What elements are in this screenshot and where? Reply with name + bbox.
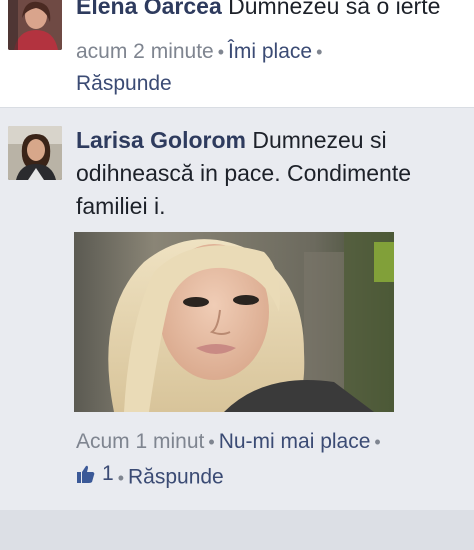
separator-dot: • — [316, 42, 323, 62]
separator-dot: • — [217, 42, 225, 62]
like-button[interactable]: Îmi place — [228, 40, 312, 63]
comment-item: Elena Oarcea Dumnezeu să o ierte acum 2 … — [0, 0, 474, 108]
avatar-image — [8, 126, 62, 180]
reply-button[interactable]: Răspunde — [128, 466, 224, 489]
like-count: 1 — [102, 462, 114, 485]
comment-body: Elena Oarcea Dumnezeu să o ierte — [76, 0, 460, 23]
comment-text: Dumnezeu să o ierte — [228, 0, 441, 19]
thumbs-up-icon — [77, 465, 95, 483]
reaction-count[interactable]: 1 — [76, 458, 114, 489]
reply-button[interactable]: Răspunde — [76, 72, 172, 95]
comment-item: Larisa Golorom Dumnezeu si odihnească in… — [0, 108, 474, 510]
comment-timestamp[interactable]: acum 2 minute — [76, 40, 214, 63]
comment-meta: Acum 1 minut • Nu-mi mai place • 1 • Răspund… — [76, 426, 464, 494]
comment-meta: acum 2 minute • Îmi place • Răspunde — [76, 36, 464, 99]
unlike-button[interactable]: Nu-mi mai place — [219, 430, 371, 453]
separator-dot: • — [117, 467, 124, 488]
avatar-image — [8, 0, 62, 50]
comment-author[interactable]: Elena Oarcea — [76, 0, 222, 19]
comment-body: Larisa Golorom Dumnezeu si odihnească in… — [76, 124, 460, 223]
avatar[interactable] — [8, 0, 62, 50]
avatar[interactable] — [8, 126, 62, 180]
attached-photo[interactable] — [74, 232, 394, 412]
comment-author[interactable]: Larisa Golorom — [76, 127, 246, 153]
separator-dot: • — [208, 432, 215, 452]
photo-image — [74, 232, 394, 412]
separator-dot: • — [374, 432, 381, 452]
next-comment-area — [0, 510, 474, 550]
comment-timestamp[interactable]: Acum 1 minut — [76, 430, 204, 453]
